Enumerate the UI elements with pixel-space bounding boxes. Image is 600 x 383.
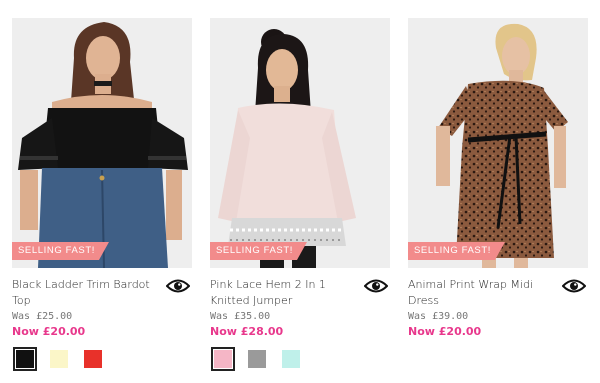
- was-label: Was: [210, 311, 229, 322]
- was-amount: £39.00: [432, 311, 469, 322]
- product-card[interactable]: SELLING FAST! Black Ladder Trim Bardot T…: [12, 18, 192, 377]
- product-name[interactable]: Animal Print Wrap Midi Dress: [408, 277, 558, 309]
- selling-fast-badge: SELLING FAST!: [210, 242, 307, 260]
- was-label: Was: [408, 311, 427, 322]
- product-card[interactable]: SELLING FAST! Pink Lace Hem 2 In 1 Knitt…: [210, 18, 390, 377]
- product-image[interactable]: SELLING FAST!: [210, 18, 390, 268]
- selling-fast-badge: SELLING FAST!: [12, 242, 109, 260]
- product-name[interactable]: Pink Lace Hem 2 In 1 Knitted Jumper: [210, 277, 360, 309]
- now-price: Now £28.00: [210, 325, 284, 338]
- now-price: Now £20.00: [408, 325, 482, 338]
- quick-view-eye-icon[interactable]: [562, 277, 586, 295]
- was-amount: £25.00: [36, 311, 73, 322]
- colour-swatch-grey[interactable]: [248, 350, 266, 368]
- was-amount: £35.00: [234, 311, 271, 322]
- product-image[interactable]: SELLING FAST!: [408, 18, 588, 268]
- colour-swatch-black[interactable]: [13, 347, 37, 371]
- was-price: Was £35.00: [210, 311, 390, 322]
- product-name[interactable]: Black Ladder Trim Bardot Top: [12, 277, 162, 309]
- colour-swatches: [211, 347, 300, 371]
- selling-fast-badge: SELLING FAST!: [408, 242, 505, 260]
- was-price: Was £39.00: [408, 311, 588, 322]
- colour-swatch-mint[interactable]: [282, 350, 300, 368]
- was-price: Was £25.00: [12, 311, 192, 322]
- was-label: Was: [12, 311, 31, 322]
- colour-swatch-cream[interactable]: [50, 350, 68, 368]
- now-price: Now £20.00: [12, 325, 86, 338]
- colour-swatch-red[interactable]: [84, 350, 102, 368]
- colour-swatch-pink[interactable]: [211, 347, 235, 371]
- quick-view-eye-icon[interactable]: [166, 277, 190, 295]
- product-card[interactable]: SELLING FAST! Animal Print Wrap Midi Dre…: [408, 18, 588, 377]
- product-image[interactable]: SELLING FAST!: [12, 18, 192, 268]
- colour-swatches: [13, 347, 102, 371]
- quick-view-eye-icon[interactable]: [364, 277, 388, 295]
